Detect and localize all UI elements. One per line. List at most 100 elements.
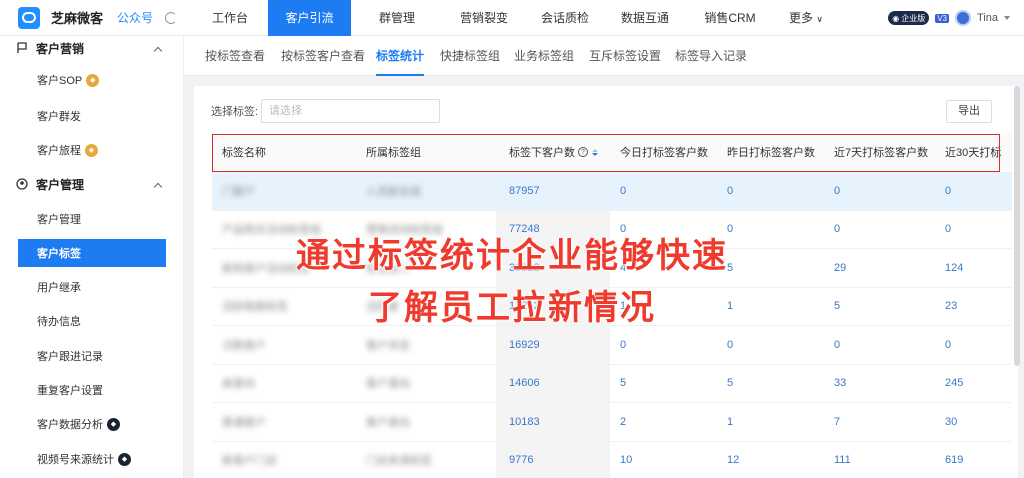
tab-view-by-tag[interactable]: 按标签查看	[205, 36, 265, 76]
nav-more[interactable]: 更多 ∨	[775, 0, 837, 36]
brand-name: 芝麻微客	[51, 11, 104, 26]
nav-workbench[interactable]: 工作台	[196, 0, 264, 36]
avatar[interactable]	[955, 10, 971, 26]
chevron-up-icon[interactable]	[153, 46, 163, 56]
tab-exclusive-tag-settings[interactable]: 互斥标签设置	[589, 36, 661, 76]
filter-label: 选择标签:	[211, 106, 259, 118]
sidebar-group-customer-management[interactable]: 客户管理	[16, 174, 84, 194]
table-row[interactable]: 普通客户 客户意向 10183 2 1 7 30	[212, 403, 1012, 442]
overlay-caption-line1: 通过标签统计企业能够快速	[296, 236, 728, 276]
cell-yesterday: 1	[727, 415, 734, 428]
sub-tabs: 按标签查看 按标签客户查看 标签统计 快捷标签组 业务标签组 互斥标签设置 标签…	[184, 36, 1024, 76]
sidebar-item-label: 视频号来源统计	[37, 454, 114, 466]
tab-tag-statistics[interactable]: 标签统计	[376, 36, 425, 76]
cell-tag-group: 门店来源标签	[366, 455, 432, 468]
sidebar-item-follow-up-records[interactable]: 客户跟进记录	[18, 342, 166, 370]
nav-more-label: 更多	[789, 11, 814, 25]
cell-tag-name: 门客户	[222, 185, 255, 198]
sidebar-group-customer-marketing[interactable]: 客户营销	[16, 38, 84, 58]
nav-marketing-fission[interactable]: 营销裂变	[443, 0, 525, 36]
sidebar-group-label: 客户管理	[36, 177, 85, 192]
cell-30day: 30	[945, 415, 958, 428]
edition-badge[interactable]: ◉ 企业版	[888, 11, 930, 25]
cell-yesterday: 0	[727, 184, 734, 197]
top-bar: 芝麻微客 公众号 工作台 客户引流 群管理 营销裂变 会话质检 数据互通 销售C…	[0, 0, 1024, 36]
cell-tag-name: 普通客户	[222, 416, 266, 429]
cell-today: 0	[620, 184, 627, 197]
tab-tag-import-records[interactable]: 标签导入记录	[675, 36, 747, 76]
sidebar-item-label: 重复客户设置	[37, 385, 103, 397]
cell-30day: 245	[945, 377, 964, 390]
sidebar-item-label: 客户管理	[37, 214, 81, 226]
cell-today: 0	[620, 338, 627, 351]
cell-tag-name: 沉默客户	[222, 339, 266, 352]
cell-7day: 111	[834, 454, 851, 467]
edition-icon: ◉	[892, 13, 900, 23]
nav-group-management[interactable]: 群管理	[359, 0, 435, 36]
sidebar-item-customer-sop[interactable]: 客户SOP ◆	[18, 66, 166, 94]
sidebar-item-label: 客户数据分析	[37, 419, 103, 431]
cell-tag-name: 高意向	[222, 378, 255, 391]
cell-30day: 0	[945, 184, 952, 197]
app-logo-icon[interactable]	[18, 6, 40, 29]
table-row[interactable]: 沉默客户 客户状态 16929 0 0 0 0	[212, 326, 1012, 365]
sidebar-item-video-source-stats[interactable]: 视频号来源统计 ◆	[18, 445, 166, 473]
nav-session-inspection[interactable]: 会话质检	[525, 0, 605, 36]
premium-gem-icon: ◆	[85, 143, 98, 157]
cell-today: 10	[620, 454, 633, 467]
cell-total: 16929	[509, 338, 540, 351]
cell-tag-name: 新客户门店	[222, 455, 277, 468]
sidebar-group-label: 客户营销	[36, 41, 85, 56]
table-row[interactable]: 门客户 人员配合组 87957 0 0 0 0	[212, 172, 1012, 211]
cell-tag-group: 人员配合组	[366, 185, 421, 198]
user-area: ◉ 企业版 V3 Tina	[888, 0, 1010, 36]
tag-select-input[interactable]	[261, 99, 440, 123]
cell-today: 2	[620, 415, 627, 428]
user-menu-chevron-icon[interactable]	[1004, 16, 1010, 20]
cell-7day: 33	[834, 377, 847, 390]
cell-tag-group: 客户意向	[366, 378, 410, 391]
tab-quick-tag-group[interactable]: 快捷标签组	[440, 36, 500, 76]
main-nav: 工作台 客户引流 群管理 营销裂变 会话质检 数据互通 销售CRM 更多 ∨	[196, 0, 837, 36]
edition-level-badge: V3	[935, 13, 949, 23]
cell-yesterday: 0	[727, 338, 734, 351]
table-row[interactable]: 高意向 客户意向 14606 5 5 33 245	[212, 365, 1012, 403]
sidebar-item-data-analysis[interactable]: 客户数据分析 ◆	[18, 410, 166, 438]
users-icon	[16, 178, 28, 190]
nav-data-interop[interactable]: 数据互通	[605, 0, 685, 36]
cell-30day: 0	[945, 338, 952, 351]
chevron-up-icon[interactable]	[153, 182, 163, 192]
cell-yesterday: 12	[727, 454, 740, 467]
premium-gem-icon: ◆	[118, 452, 131, 466]
premium-gem-icon: ◆	[107, 417, 120, 431]
table-row[interactable]: 新客户门店 门店来源标签 9776 10 12 111 619	[212, 442, 1012, 478]
cell-total: 87957	[509, 184, 540, 197]
sidebar-item-customer-broadcast[interactable]: 客户群发	[18, 102, 166, 130]
flag-icon	[17, 42, 27, 53]
user-name[interactable]: Tina	[977, 12, 998, 24]
nav-customer-acquisition[interactable]: 客户引流	[268, 0, 351, 36]
tab-business-tag-group[interactable]: 业务标签组	[514, 36, 574, 76]
sidebar-item-duplicate-settings[interactable]: 重复客户设置	[18, 376, 166, 404]
cell-tag-group: 客户状态	[366, 339, 410, 352]
header-highlight-box	[212, 134, 1000, 172]
cell-total: 9776	[509, 454, 534, 467]
cell-7day: 0	[834, 338, 841, 351]
cell-7day: 7	[834, 415, 841, 428]
chevron-down-icon: ∨	[816, 14, 823, 24]
cell-tag-group: 客户意向	[366, 416, 410, 429]
sidebar-item-label: 客户SOP	[37, 75, 83, 87]
cell-total: 10183	[509, 415, 540, 428]
sidebar-item-customer-journey[interactable]: 客户旅程 ◆	[18, 136, 166, 164]
cell-total: 14606	[509, 377, 540, 390]
theme-toggle-icon[interactable]	[165, 11, 178, 24]
nav-sales-crm[interactable]: 销售CRM	[685, 0, 775, 36]
cell-today: 5	[620, 377, 627, 390]
premium-gem-icon: ◆	[86, 73, 100, 87]
overlay-caption-line2: 了解员工拉新情况	[368, 288, 656, 328]
sidebar-item-label: 客户跟进记录	[37, 351, 103, 363]
cell-30day: 619	[945, 454, 964, 467]
export-button[interactable]: 导出	[946, 100, 992, 123]
account-type-link[interactable]: 公众号	[117, 9, 153, 26]
tab-view-by-tag-customer[interactable]: 按标签客户查看	[281, 36, 365, 76]
